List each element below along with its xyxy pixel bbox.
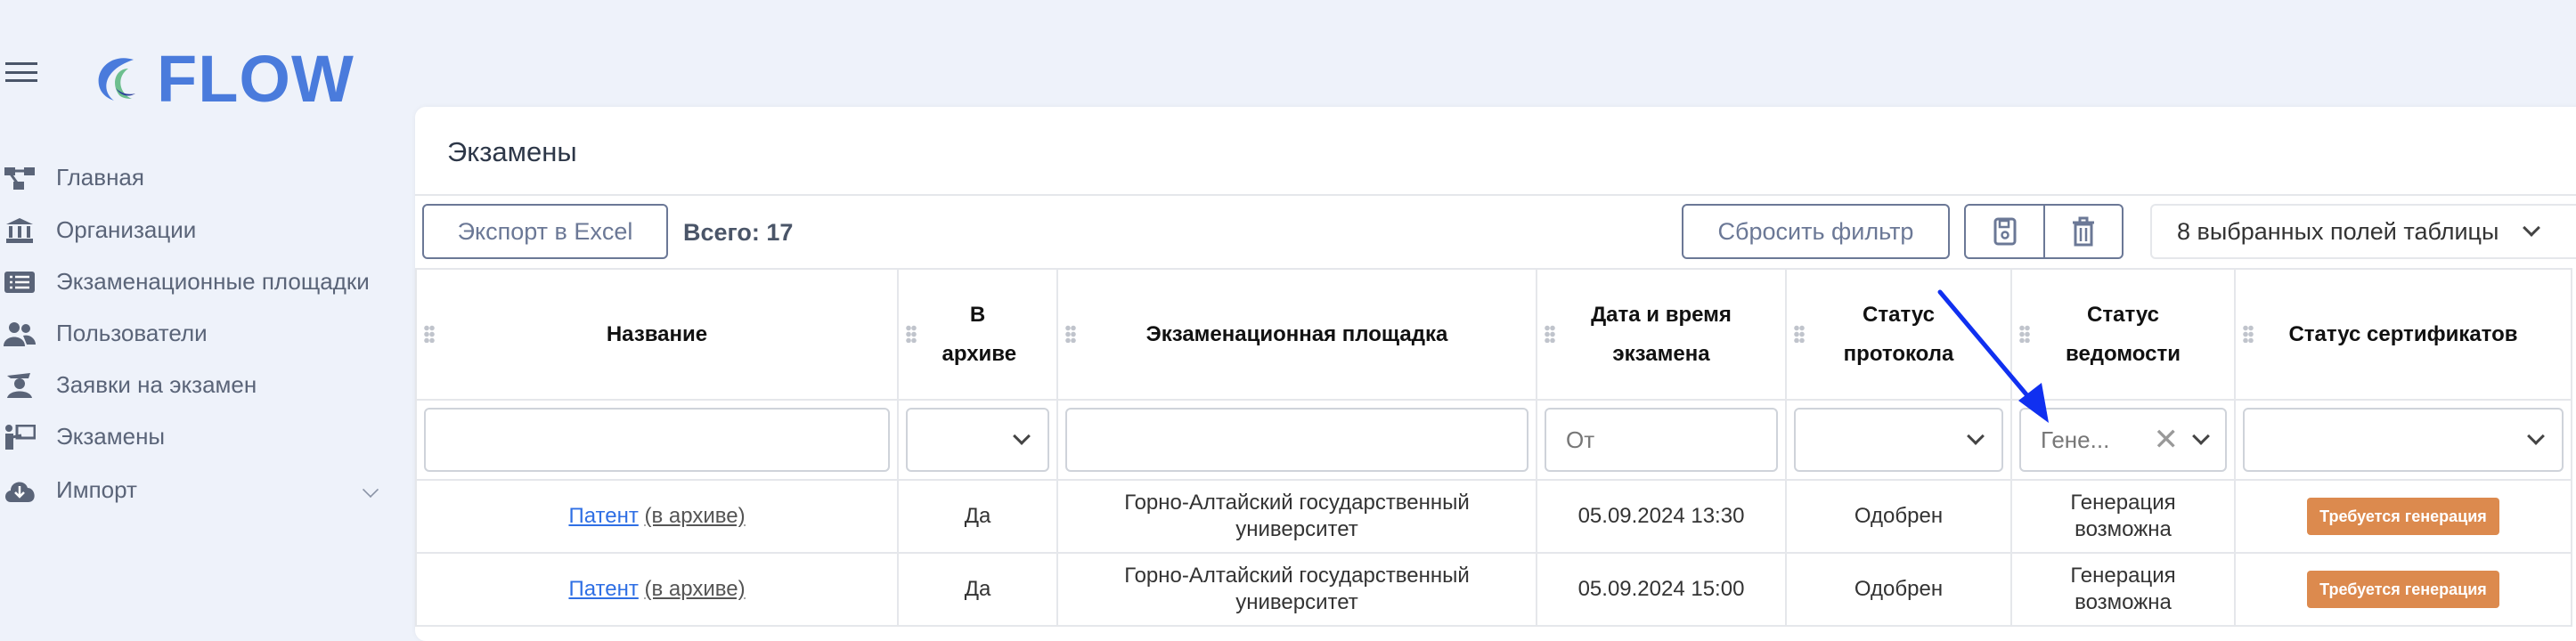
teacher-icon <box>4 424 36 450</box>
sidebar-item-label: Пользователи <box>56 320 208 346</box>
chevron-down-icon <box>2192 427 2210 445</box>
sidebar-item-label: Заявки на экзамен <box>56 371 257 398</box>
drag-handle-icon[interactable] <box>1794 325 1805 343</box>
sidebar-item-label: Организации <box>56 216 197 243</box>
datetime-cell: 05.09.2024 15:00 <box>1536 552 1787 627</box>
protocol-status-cell: Одобрен <box>1785 479 2012 554</box>
column-header-name[interactable]: Название <box>415 268 899 401</box>
drag-handle-icon[interactable] <box>424 325 435 343</box>
exams-table: Название В архиве Экзаменационная площад… <box>415 268 2572 627</box>
drag-handle-icon[interactable] <box>1545 325 1555 343</box>
drag-handle-icon[interactable] <box>906 325 917 343</box>
column-header-archive[interactable]: В архиве <box>897 268 1058 401</box>
column-header-protocol-status[interactable]: Статус протокола <box>1785 268 2012 401</box>
drag-handle-icon[interactable] <box>1065 325 1076 343</box>
sidebar-item-label: Главная <box>56 164 144 191</box>
bank-icon <box>4 217 36 244</box>
site-cell: Горно-Алтайский государственный универси… <box>1056 479 1537 554</box>
column-header-site[interactable]: Экзаменационная площадка <box>1056 268 1537 401</box>
sidebar-item-organizations[interactable]: Организации <box>4 216 196 244</box>
sheet-status-value: Гене... <box>2041 426 2110 453</box>
column-header-sheet-status[interactable]: Статус ведомости <box>2010 268 2236 401</box>
column-header-datetime[interactable]: Дата и время экзамена <box>1536 268 1787 401</box>
fields-select-value: 8 выбранных полей таблицы <box>2177 217 2499 245</box>
graduate-icon <box>4 372 36 399</box>
protocol-status-cell: Одобрен <box>1785 552 2012 627</box>
site-filter-input[interactable] <box>1065 408 1528 472</box>
drag-handle-icon[interactable] <box>2243 325 2254 343</box>
divider <box>415 194 2576 196</box>
chevron-down-icon <box>1013 427 1031 445</box>
sidebar-item-users[interactable]: Пользователи <box>4 320 208 347</box>
chevron-down-icon <box>2527 427 2545 445</box>
table-row[interactable]: Патент (в архиве) Да Горно-Алтайский гос… <box>415 552 2572 627</box>
header-label: В архиве <box>942 302 1017 366</box>
datetime-cell: 05.09.2024 13:30 <box>1536 479 1787 554</box>
logo: FLOW <box>89 41 355 117</box>
chevron-down-icon <box>2523 219 2541 237</box>
name-filter-input[interactable] <box>424 408 890 472</box>
total-count: Всего: 17 <box>683 219 794 246</box>
export-excel-button[interactable]: Экспорт в Excel <box>422 204 668 259</box>
sidebar-item-label: Экзамены <box>56 423 166 450</box>
cert-status-badge: Требуется генерация <box>2307 571 2499 608</box>
table-fields-select[interactable]: 8 выбранных полей таблицы <box>2150 204 2576 259</box>
header-label: Статус сертификатов <box>2288 321 2518 346</box>
chevron-down-icon <box>1967 427 1985 445</box>
page-title: Экзамены <box>447 136 577 167</box>
column-header-cert-status[interactable]: Статус сертификатов <box>2234 268 2572 401</box>
filter-row: От Гене... ✕ <box>415 399 2572 481</box>
sidebar-item-exam-requests[interactable]: Заявки на экзамен <box>4 371 257 399</box>
menu-toggle-icon[interactable] <box>5 62 37 82</box>
archive-cell: Да <box>897 479 1058 554</box>
cert-status-badge: Требуется генерация <box>2307 498 2499 535</box>
drag-handle-icon[interactable] <box>2019 325 2030 343</box>
save-button[interactable] <box>1964 204 2045 259</box>
floppy-icon <box>1993 217 2016 246</box>
table-header-row: Название В архиве Экзаменационная площад… <box>415 268 2572 401</box>
archived-tag: (в архиве) <box>644 577 746 601</box>
sidebar-item-home[interactable]: Главная <box>4 164 144 191</box>
brand-name: FLOW <box>157 42 355 116</box>
sidebar-item-label: Импорт <box>56 476 137 503</box>
exam-link[interactable]: Патент <box>568 577 638 601</box>
list-icon <box>4 269 36 296</box>
sheet-status-cell: Генерация возможна <box>2010 479 2236 554</box>
header-label: Дата и время экзамена <box>1591 302 1732 366</box>
sheet-status-cell: Генерация возможна <box>2010 552 2236 627</box>
date-from-filter-input[interactable]: От <box>1545 408 1778 472</box>
header-label: Экзаменационная площадка <box>1145 321 1448 346</box>
users-icon <box>4 320 36 347</box>
cloud-download-icon <box>4 477 36 504</box>
logo-swoosh-icon <box>98 57 135 101</box>
sidebar-item-exam-sites[interactable]: Экзаменационные площадки <box>4 268 370 296</box>
clear-icon[interactable]: ✕ <box>2154 422 2180 458</box>
date-placeholder: От <box>1566 426 1595 453</box>
header-label: Название <box>606 321 708 346</box>
chevron-down-icon[interactable] <box>362 481 379 499</box>
sheet-status-filter-select[interactable]: Гене... ✕ <box>2019 408 2227 472</box>
archived-tag: (в архиве) <box>644 504 746 528</box>
sidebar-item-import[interactable]: Импорт <box>4 476 137 504</box>
cert-status-filter-select[interactable] <box>2243 408 2564 472</box>
archive-filter-select[interactable] <box>906 408 1049 472</box>
table-row[interactable]: Патент (в архиве) Да Горно-Алтайский гос… <box>415 479 2572 554</box>
header-label: Статус ведомости <box>2066 302 2181 366</box>
trash-icon <box>2073 216 2094 247</box>
exam-link[interactable]: Патент <box>568 504 638 528</box>
sidebar-item-exams[interactable]: Экзамены <box>4 423 165 450</box>
archive-cell: Да <box>897 552 1058 627</box>
sitemap-icon <box>4 165 36 191</box>
protocol-status-filter-select[interactable] <box>1794 408 2003 472</box>
site-cell: Горно-Алтайский государственный универси… <box>1056 552 1537 627</box>
delete-button[interactable] <box>2043 204 2124 259</box>
sidebar-item-label: Экзаменационные площадки <box>56 268 370 295</box>
reset-filter-button[interactable]: Сбросить фильтр <box>1682 204 1950 259</box>
header-label: Статус протокола <box>1843 302 1954 366</box>
